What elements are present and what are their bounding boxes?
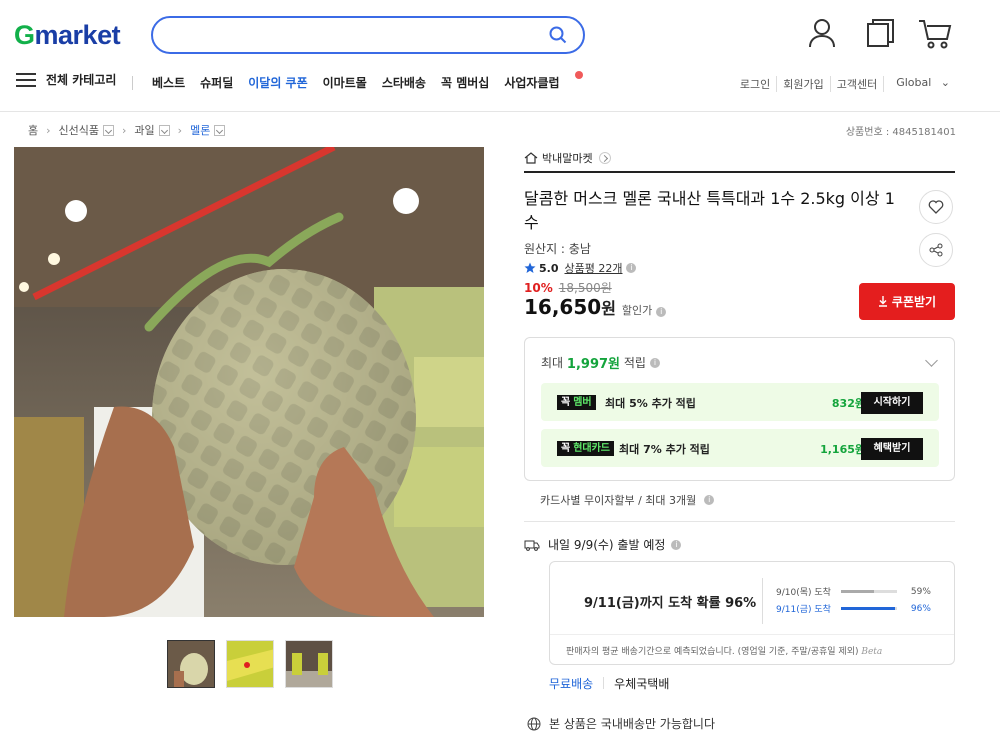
membership-start-button[interactable]: 시작하기	[861, 392, 923, 414]
info-icon[interactable]: i	[704, 495, 715, 505]
hyundai-card-badge: 꼭 현대카드	[557, 441, 615, 456]
price-unit: 원	[601, 299, 616, 318]
sale-price: 16,650 원 할인가 i	[524, 295, 667, 319]
rating: 5.0 상품평 22개 i	[524, 260, 637, 276]
carrier: 우체국택배	[614, 677, 670, 691]
nav-business-club[interactable]: 사업자클럽	[504, 71, 583, 91]
product-main-image[interactable]	[14, 147, 484, 617]
delivery-prediction-box: 9/11(금)까지 도착 확률 96% 9/10(목) 도착 59% 9/11(…	[549, 561, 955, 665]
membership-points-row: 꼭 멤버 최대 5% 추가 적립 832원 시작하기	[541, 383, 939, 421]
heart-icon	[928, 200, 944, 214]
cart-icon[interactable]	[918, 18, 952, 54]
coupon-button[interactable]: 쿠폰받기	[859, 283, 955, 320]
search-input[interactable]	[169, 25, 529, 45]
login-link[interactable]: 로그인	[734, 76, 776, 92]
search-icon[interactable]	[549, 26, 567, 48]
price-amount: 16,650	[524, 295, 602, 319]
nav-star-delivery[interactable]: 스타배송	[382, 74, 426, 91]
prediction-note: 판매자의 평균 배송기간으로 예측되었습니다. (영업일 기준, 주말/공휴일 …	[566, 647, 883, 657]
seller-store-link[interactable]: 박내말마켓	[524, 150, 611, 166]
points-box: 최대 1,997원 적립 i 꼭 멤버 최대 5% 추가 적립 832원 시작하기…	[524, 337, 955, 481]
new-badge-icon	[574, 71, 583, 79]
thumbnail-2[interactable]	[226, 640, 274, 688]
chevron-down-icon[interactable]	[214, 124, 226, 136]
divider	[132, 76, 133, 90]
seller-name: 박내말마켓	[542, 152, 593, 165]
free-shipping[interactable]: 무료배송	[549, 675, 593, 692]
gmarket-logo[interactable]: Gmarket	[14, 20, 121, 51]
nav-monthly-coupon[interactable]: 이달의 쿠폰	[248, 74, 307, 91]
info-icon[interactable]: i	[656, 307, 667, 317]
points-amount: 1,997원	[566, 357, 621, 372]
beta-label: Beta	[861, 647, 883, 657]
chevron-down-icon[interactable]	[103, 124, 115, 136]
rating-score: 5.0	[539, 261, 559, 275]
arrival-probability: 9/11(금)까지 도착 확률 96%	[584, 596, 757, 611]
chevron-down-icon[interactable]	[925, 354, 938, 367]
search-bar	[151, 16, 585, 54]
product-title: 달콤한 머스크 멜론 국내산 특특대과 1수 2.5kg 이상 1수	[524, 189, 895, 232]
thumbnail-3[interactable]	[285, 640, 333, 688]
truck-icon	[524, 540, 540, 551]
wishlist-button[interactable]	[919, 190, 953, 224]
share-icon	[929, 243, 943, 257]
global-link[interactable]: Global ⌄	[883, 76, 956, 92]
discount: 10% 18,500원	[524, 279, 612, 296]
chevron-right-icon	[598, 152, 611, 164]
menu-icon	[16, 72, 36, 87]
nav-best[interactable]: 베스트	[152, 74, 185, 91]
chevron-down-icon[interactable]	[158, 124, 170, 136]
nav-membership[interactable]: 꼭 멤버십	[441, 74, 489, 91]
product-number: 상품번호 : 4845181401	[845, 127, 956, 138]
info-icon[interactable]: i	[626, 263, 637, 273]
membership-badge: 꼭 멤버	[557, 395, 596, 410]
original-price: 18,500원	[558, 281, 612, 295]
breadcrumb-melon[interactable]: 멜론	[190, 122, 210, 138]
user-icon[interactable]	[808, 18, 836, 52]
discount-percent: 10%	[524, 281, 553, 295]
breadcrumb-fruit[interactable]: 과일	[134, 122, 154, 138]
progress-fill	[840, 607, 895, 610]
points-header[interactable]: 최대 1,997원 적립 i	[541, 353, 660, 372]
nav-emart-mall[interactable]: 이마트몰	[323, 74, 367, 91]
download-icon	[878, 296, 887, 307]
domestic-only-notice: 본 상품은 국내배송만 가능합니다	[527, 715, 715, 732]
recent-items-icon[interactable]	[866, 18, 896, 52]
star-icon	[524, 262, 536, 273]
main-nav: 베스트 슈퍼딜 이달의 쿠폰 이마트몰 스타배송 꼭 멤버십 사업자클럽	[152, 71, 590, 91]
global-header: Gmarket 전체 카테고리 베스트 슈퍼딜 이달의 쿠폰 이마트몰 스타배송…	[0, 0, 1000, 112]
info-icon[interactable]: i	[649, 357, 660, 368]
dispatch-info: 내일 9/9(수) 출발 예정 i	[524, 536, 682, 553]
thumbnail-list	[167, 640, 344, 688]
arrival-bar-fri: 9/11(금) 도착 96%	[776, 603, 931, 616]
progress-fill	[840, 590, 874, 593]
category-label: 전체 카테고리	[46, 73, 117, 87]
installment-info: 카드사별 무이자할부 / 최대 3개월 i	[540, 492, 715, 508]
origin-text: 원산지 : 충남	[524, 242, 591, 256]
review-link[interactable]: 상품평 22개	[565, 260, 623, 276]
nav-superdeal[interactable]: 슈퍼딜	[200, 74, 233, 91]
thumbnail-1[interactable]	[167, 640, 215, 688]
signup-link[interactable]: 회원가입	[776, 76, 829, 92]
breadcrumb: 홈 › 신선식품 › 과일 › 멜론	[28, 122, 226, 138]
breadcrumb-fresh-food[interactable]: 신선식품	[59, 122, 99, 138]
hyundai-card-points-row: 꼭 현대카드 최대 7% 추가 적립 1,165원 혜택받기	[541, 429, 939, 467]
customer-center-link[interactable]: 고객센터	[829, 76, 883, 92]
delivery-method: 무료배송 우체국택배	[549, 675, 669, 692]
share-button[interactable]	[919, 233, 953, 267]
breadcrumb-home[interactable]: 홈	[28, 122, 38, 138]
all-categories-button[interactable]: 전체 카테고리	[16, 71, 116, 88]
globe-icon	[527, 717, 541, 730]
arrival-bar-thu: 9/10(목) 도착 59%	[776, 586, 931, 599]
divider	[524, 521, 955, 522]
card-benefit-button[interactable]: 혜택받기	[861, 438, 923, 460]
price-label: 할인가	[621, 304, 653, 317]
utility-links: 로그인 회원가입 고객센터 Global ⌄	[734, 76, 956, 92]
info-icon[interactable]: i	[671, 539, 682, 550]
divider	[524, 171, 955, 173]
store-icon	[524, 152, 538, 164]
